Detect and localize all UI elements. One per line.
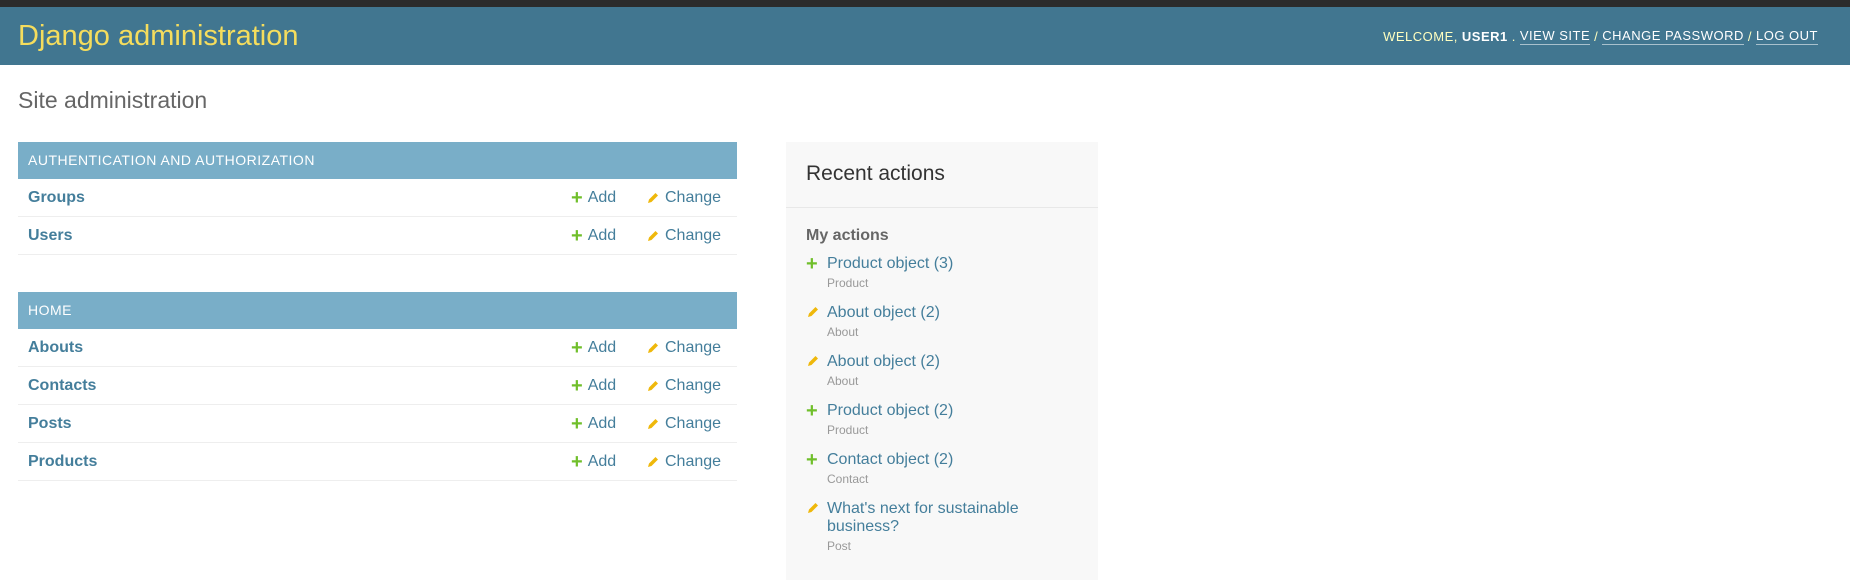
add-contacts-button[interactable]: + Add bbox=[571, 374, 616, 397]
pencil-icon bbox=[806, 501, 820, 515]
add-groups-button[interactable]: + Add bbox=[571, 186, 616, 209]
plus-icon: + bbox=[571, 336, 583, 359]
username: USER1 bbox=[1461, 28, 1508, 44]
plus-icon: + bbox=[806, 400, 818, 422]
pencil-icon bbox=[806, 354, 820, 368]
recent-action-item: What's next for sustainable business? Pos… bbox=[786, 500, 1098, 553]
top-strip bbox=[0, 0, 1850, 7]
recent-action-item: + Product object (3) Product bbox=[786, 253, 1098, 290]
pencil-icon bbox=[646, 379, 660, 393]
recent-action-type: About bbox=[827, 374, 859, 388]
view-site-link[interactable]: VIEW SITE bbox=[1519, 28, 1591, 45]
plus-icon: + bbox=[571, 450, 583, 473]
plus-icon: + bbox=[806, 253, 818, 275]
model-link-posts[interactable]: Posts bbox=[18, 415, 72, 433]
module-auth: Authentication and Authorization Groups … bbox=[18, 142, 737, 255]
recent-action-link[interactable]: Product object (3) bbox=[827, 255, 953, 273]
recent-action-type: About bbox=[827, 325, 859, 339]
site-brand[interactable]: Django administration bbox=[18, 20, 298, 53]
add-posts-button[interactable]: + Add bbox=[571, 412, 616, 435]
model-link-users[interactable]: Users bbox=[18, 227, 72, 245]
model-link-contacts[interactable]: Contacts bbox=[18, 377, 96, 395]
model-link-abouts[interactable]: Abouts bbox=[18, 339, 83, 357]
recent-action-item: About object (2) About bbox=[786, 304, 1098, 339]
recent-action-link[interactable]: Contact object (2) bbox=[827, 451, 953, 469]
pencil-icon bbox=[646, 191, 660, 205]
module-caption[interactable]: Home bbox=[18, 292, 737, 329]
add-users-button[interactable]: + Add bbox=[571, 224, 616, 247]
change-users-button[interactable]: Change bbox=[646, 227, 721, 245]
log-out-link[interactable]: LOG OUT bbox=[1755, 28, 1818, 45]
recent-action-link[interactable]: What's next for sustainable business? bbox=[827, 500, 1027, 536]
recent-action-link[interactable]: About object (2) bbox=[827, 353, 940, 371]
pencil-icon bbox=[646, 417, 660, 431]
change-contacts-button[interactable]: Change bbox=[646, 377, 721, 395]
page-title: Site administration bbox=[18, 87, 208, 113]
change-password-link[interactable]: CHANGE PASSWORD bbox=[1602, 28, 1744, 45]
recent-actions-title: Recent actions bbox=[786, 142, 1098, 208]
add-abouts-button[interactable]: + Add bbox=[571, 336, 616, 359]
model-row-contacts: Contacts + Add Change bbox=[18, 367, 737, 405]
model-row-posts: Posts + Add Change bbox=[18, 405, 737, 443]
recent-action-item: + Contact object (2) Contact bbox=[786, 449, 1098, 486]
add-products-button[interactable]: + Add bbox=[571, 450, 616, 473]
plus-icon: + bbox=[806, 449, 818, 471]
change-posts-button[interactable]: Change bbox=[646, 415, 721, 433]
plus-icon: + bbox=[571, 224, 583, 247]
model-link-products[interactable]: Products bbox=[18, 453, 97, 471]
recent-action-item: About object (2) About bbox=[786, 353, 1098, 388]
welcome-text: WELCOME, bbox=[1383, 28, 1458, 44]
recent-actions-panel: Recent actions My actions + Product obje… bbox=[786, 142, 1098, 580]
app-list: Authentication and Authorization Groups … bbox=[18, 142, 737, 518]
pencil-icon bbox=[806, 305, 820, 319]
plus-icon: + bbox=[571, 374, 583, 397]
change-products-button[interactable]: Change bbox=[646, 453, 721, 471]
module-caption[interactable]: Authentication and Authorization bbox=[18, 142, 737, 179]
model-row-products: Products + Add Change bbox=[18, 443, 737, 481]
change-abouts-button[interactable]: Change bbox=[646, 339, 721, 357]
module-home: Home Abouts + Add Change Contacts + Add Ch… bbox=[18, 292, 737, 481]
recent-action-item: + Product object (2) Product bbox=[786, 400, 1098, 437]
recent-action-type: Post bbox=[827, 539, 852, 553]
pencil-icon bbox=[646, 455, 660, 469]
recent-action-type: Contact bbox=[827, 472, 869, 486]
recent-action-type: Product bbox=[827, 276, 869, 290]
change-groups-button[interactable]: Change bbox=[646, 189, 721, 207]
model-row-users: Users + Add Change bbox=[18, 217, 737, 255]
pencil-icon bbox=[646, 229, 660, 243]
plus-icon: + bbox=[571, 186, 583, 209]
user-tools: WELCOME, USER1. VIEW SITE / CHANGE PASSWO… bbox=[1383, 27, 1818, 45]
recent-action-link[interactable]: About object (2) bbox=[827, 304, 940, 322]
header: Django administration WELCOME, USER1. VI… bbox=[0, 7, 1850, 65]
recent-action-type: Product bbox=[827, 423, 869, 437]
recent-action-link[interactable]: Product object (2) bbox=[827, 402, 953, 420]
model-row-groups: Groups + Add Change bbox=[18, 179, 737, 217]
pencil-icon bbox=[646, 341, 660, 355]
model-row-abouts: Abouts + Add Change bbox=[18, 329, 737, 367]
plus-icon: + bbox=[571, 412, 583, 435]
model-link-groups[interactable]: Groups bbox=[18, 189, 85, 207]
my-actions-heading: My actions bbox=[806, 227, 889, 244]
